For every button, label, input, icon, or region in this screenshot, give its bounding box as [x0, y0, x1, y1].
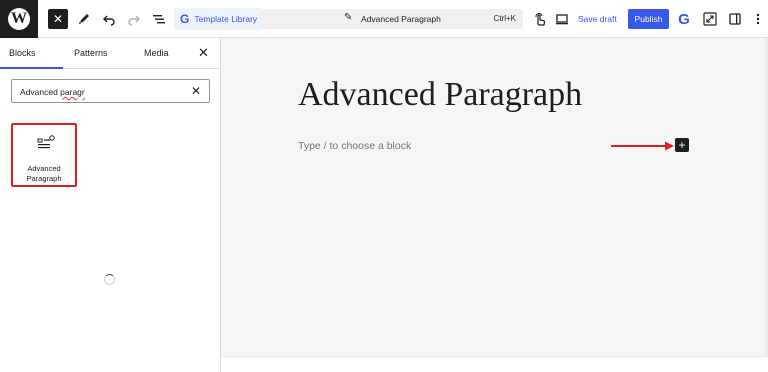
undo-icon	[103, 15, 115, 26]
options-menu-button[interactable]	[747, 8, 768, 30]
close-icon: ✕	[52, 12, 64, 26]
search-value: Advanced paragr	[20, 87, 85, 97]
advanced-paragraph-icon	[37, 135, 55, 149]
add-block-button[interactable]: +	[675, 138, 689, 152]
sidebar-toggle-icon	[729, 13, 741, 25]
annotation-arrow	[611, 141, 674, 151]
gutenkit-button[interactable]: G	[676, 9, 692, 29]
redo-button[interactable]	[123, 8, 145, 30]
inserter-tabs: Blocks Patterns Media ✕	[0, 38, 221, 69]
clear-search-button[interactable]: ✕	[191, 84, 201, 98]
desktop-icon	[556, 14, 568, 25]
tools-button[interactable]	[73, 8, 95, 30]
undo-button[interactable]	[98, 8, 120, 30]
save-draft-button[interactable]: Save draft	[578, 14, 617, 24]
list-view-icon	[153, 15, 165, 24]
wordpress-logo-button[interactable]: W	[0, 0, 38, 38]
command-palette-bar[interactable]: ✎ Advanced Paragraph Ctrl+K	[262, 9, 523, 29]
wordpress-logo-icon: W	[8, 8, 30, 30]
fullscreen-button[interactable]	[699, 8, 721, 30]
plus-icon: +	[678, 138, 686, 152]
shortcut-hint: Ctrl+K	[493, 14, 516, 23]
tab-blocks[interactable]: Blocks	[9, 48, 36, 58]
settings-sidebar-button[interactable]	[724, 8, 746, 30]
block-search-input[interactable]: Advanced paragr ✕	[11, 79, 210, 103]
editor-footer	[221, 356, 768, 372]
block-inserter-panel: Blocks Patterns Media ✕ Advanced paragr …	[0, 38, 221, 372]
pencil-icon	[79, 14, 89, 24]
close-panel-button[interactable]: ✕	[198, 45, 209, 61]
pointer-hand-icon	[535, 12, 546, 26]
interaction-button[interactable]	[529, 8, 551, 30]
gutenkit-icon: G	[180, 12, 190, 26]
active-tab-indicator	[0, 67, 63, 69]
block-placeholder[interactable]: Type / to choose a block	[298, 140, 411, 152]
editor-header: W ✕ G Template Library ✎ Advanced Paragr…	[0, 0, 768, 38]
preview-button[interactable]	[551, 8, 573, 30]
fullscreen-icon	[703, 12, 717, 26]
redo-icon	[128, 15, 140, 26]
feather-icon: ✎	[344, 12, 353, 23]
tab-media[interactable]: Media	[144, 48, 169, 58]
tab-patterns[interactable]: Patterns	[74, 48, 108, 58]
more-vertical-icon	[756, 13, 760, 25]
template-library-label: Template Library	[194, 14, 258, 24]
post-title[interactable]: Advanced Paragraph	[298, 76, 582, 114]
block-item-advanced-paragraph[interactable]: Advanced Paragraph	[11, 123, 77, 187]
template-library-button[interactable]: G Template Library	[174, 8, 262, 30]
publish-button[interactable]: Publish	[628, 9, 669, 29]
close-inserter-button[interactable]: ✕	[48, 9, 68, 29]
loading-spinner	[104, 274, 115, 285]
gutenkit-logo-icon: G	[678, 10, 690, 28]
document-title: Advanced Paragraph	[361, 14, 441, 24]
document-overview-button[interactable]	[148, 8, 170, 30]
block-item-label: Advanced Paragraph	[26, 164, 62, 183]
